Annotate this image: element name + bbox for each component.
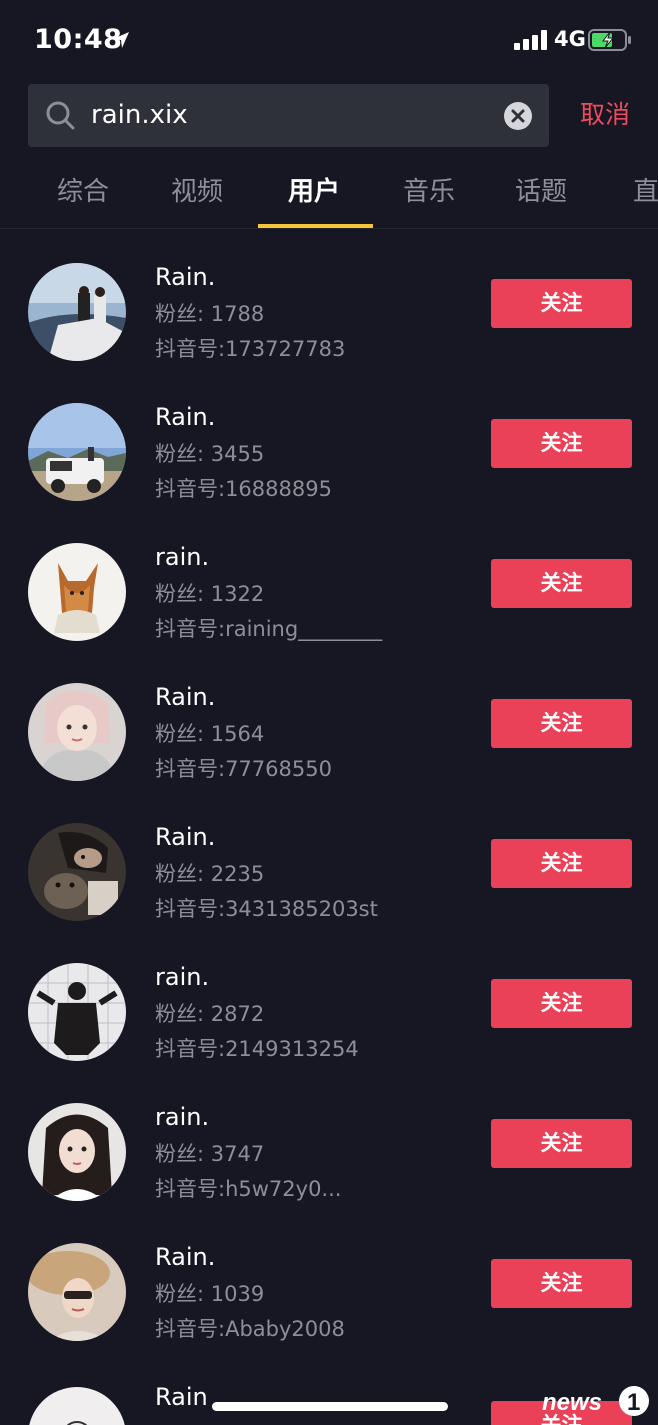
follow-button[interactable]: 关注 [491, 559, 632, 608]
douyin-id: 抖音号:16888895 [155, 477, 332, 501]
follower-count: 粉丝: 2235 [155, 862, 265, 886]
follow-button[interactable]: 关注 [491, 1259, 632, 1308]
user-name: Rain. [155, 683, 216, 711]
follow-button[interactable]: 关注 [491, 1119, 632, 1168]
user-name: rain. [155, 1103, 210, 1131]
douyin-id: 抖音号:Ababy2008 [155, 1317, 345, 1341]
avatar[interactable] [28, 1387, 126, 1425]
battery-charging-icon [588, 29, 631, 51]
status-time: 10:48 [34, 24, 123, 55]
cancel-button[interactable]: 取消 [580, 99, 630, 131]
user-name: Rain. [155, 403, 216, 431]
location-arrow-icon [113, 32, 129, 48]
user-name: Rain. [155, 263, 216, 291]
avatar[interactable] [28, 823, 126, 921]
douyin-id: 抖音号:h5w72y0... [155, 1177, 342, 1201]
list-item[interactable]: Rain. 粉丝: 1788 抖音号:173727783 关注 [0, 229, 658, 369]
search-icon [46, 101, 75, 130]
avatar[interactable] [28, 403, 126, 501]
clear-icon[interactable] [503, 101, 533, 131]
follow-button[interactable]: 关注 [491, 699, 632, 748]
avatar[interactable] [28, 543, 126, 641]
avatar[interactable] [28, 963, 126, 1061]
search-category-tabs: 综合 视频 用户 音乐 话题 直 [0, 160, 658, 228]
list-item[interactable]: Rain. 粉丝: 1039 抖音号:Ababy2008 关注 [0, 1209, 658, 1349]
user-name: Rain [155, 1383, 208, 1411]
user-name: Rain. [155, 1243, 216, 1271]
follower-count: 粉丝: 3455 [155, 442, 265, 466]
douyin-id: 抖音号:77768550 [155, 757, 332, 781]
home-indicator[interactable] [212, 1402, 448, 1411]
status-bar: 10:48 4G [0, 0, 658, 80]
svg-text:news: news [542, 1389, 602, 1416]
tab-topics[interactable]: 话题 [515, 174, 567, 210]
user-name: Rain. [155, 823, 216, 851]
news1-watermark-logo: news 1 [542, 1386, 649, 1416]
user-results-list: Rain. 粉丝: 1788 抖音号:173727783 关注 Rain. 粉丝… [0, 229, 658, 1425]
follow-button[interactable]: 关注 [491, 419, 632, 468]
follow-button[interactable]: 关注 [491, 279, 632, 328]
user-name: rain. [155, 543, 210, 571]
list-item[interactable]: rain. 粉丝: 1322 抖音号:raining________ 关注 [0, 509, 658, 649]
list-item[interactable]: Rain. 粉丝: 3455 抖音号:16888895 关注 [0, 369, 658, 509]
avatar[interactable] [28, 1103, 126, 1201]
avatar[interactable] [28, 263, 126, 361]
list-item[interactable]: Rain. 粉丝: 1564 抖音号:77768550 关注 [0, 649, 658, 789]
tab-live[interactable]: 直 [633, 174, 658, 210]
cellular-signal-icon [514, 30, 547, 50]
tab-comprehensive[interactable]: 综合 [57, 174, 109, 210]
follower-count: 粉丝: 1788 [155, 302, 265, 326]
search-query[interactable]: rain.xix [91, 98, 188, 132]
svg-text:1: 1 [627, 1389, 640, 1416]
follower-count: 粉丝: 1322 [155, 582, 265, 606]
follow-button[interactable]: 关注 [491, 839, 632, 888]
follower-count: 粉丝: 2872 [155, 1002, 265, 1026]
list-item[interactable]: Rain. 粉丝: 2235 抖音号:3431385203st 关注 [0, 789, 658, 929]
follower-count: 粉丝: 1564 [155, 722, 265, 746]
douyin-id: 抖音号:3431385203st [155, 897, 378, 921]
follower-count: 粉丝: 3747 [155, 1142, 265, 1166]
network-type: 4G [554, 27, 586, 51]
douyin-id: 抖音号:173727783 [155, 337, 346, 361]
tab-music[interactable]: 音乐 [403, 174, 455, 210]
tab-users[interactable]: 用户 [288, 174, 340, 210]
list-item[interactable]: rain. 粉丝: 3747 抖音号:h5w72y0... 关注 [0, 1069, 658, 1209]
follow-button[interactable]: 关注 [491, 979, 632, 1028]
avatar[interactable] [28, 1243, 126, 1341]
follower-count: 粉丝: 1039 [155, 1282, 265, 1306]
user-name: rain. [155, 963, 210, 991]
douyin-id: 抖音号:raining________ [155, 617, 383, 641]
search-input[interactable]: rain.xix [28, 84, 549, 147]
avatar[interactable] [28, 683, 126, 781]
list-item[interactable]: rain. 粉丝: 2872 抖音号:2149313254 关注 [0, 929, 658, 1069]
tab-videos[interactable]: 视频 [171, 174, 223, 210]
douyin-id: 抖音号:2149313254 [155, 1037, 359, 1061]
